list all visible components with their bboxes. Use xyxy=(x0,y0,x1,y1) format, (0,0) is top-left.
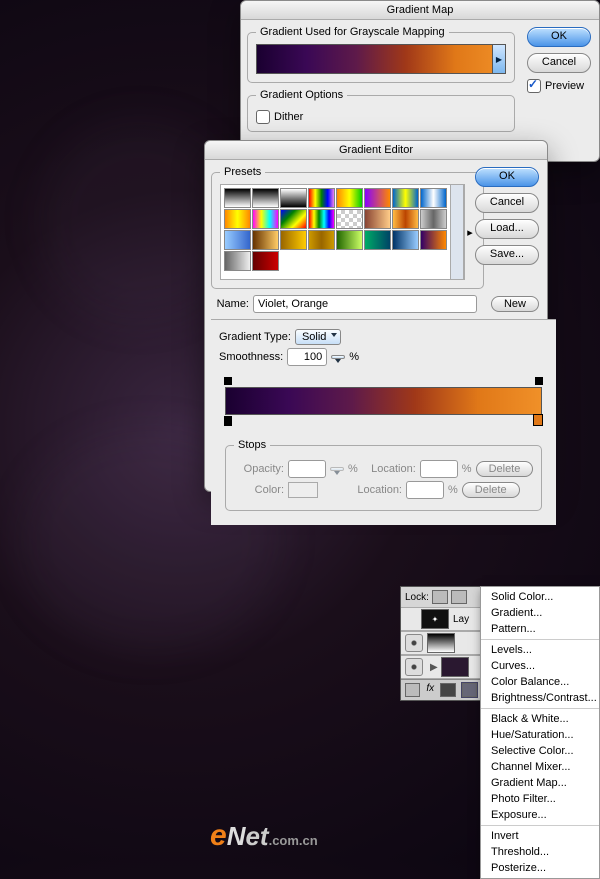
delete-color-stop-button[interactable]: Delete xyxy=(462,482,520,498)
opacity-location-input[interactable] xyxy=(420,460,458,478)
preview-checkbox[interactable] xyxy=(527,79,541,93)
delete-opacity-stop-button[interactable]: Delete xyxy=(476,461,534,477)
gradient-type-select[interactable]: Solid xyxy=(295,329,341,345)
color-stop-left[interactable] xyxy=(224,416,232,426)
gradient-editor-buttons: OK Cancel Load... Save... xyxy=(475,167,539,271)
gradient-map-dialog: Gradient Map Gradient Used for Grayscale… xyxy=(240,0,600,162)
adjustment-layer-icon[interactable] xyxy=(462,683,477,697)
new-button[interactable]: New xyxy=(491,296,539,312)
color-label: Color: xyxy=(234,484,284,496)
gradient-map-title: Gradient Map xyxy=(241,1,599,20)
grayscale-mapping-group: Gradient Used for Grayscale Mapping ▶ xyxy=(247,26,515,83)
menu-item[interactable]: Photo Filter... xyxy=(481,791,599,807)
menu-item[interactable]: Channel Mixer... xyxy=(481,759,599,775)
presets-group: Presets xyxy=(211,166,484,289)
gradient-definition-group: Gradient Type: Solid Smoothness: % Stops… xyxy=(211,319,556,525)
menu-item[interactable]: Brightness/Contrast... xyxy=(481,690,599,706)
gradient-bar[interactable] xyxy=(225,387,542,415)
menu-item[interactable]: Selective Color... xyxy=(481,743,599,759)
fx-icon[interactable]: fx xyxy=(426,683,434,697)
layer-row-3[interactable]: ▶ xyxy=(401,655,481,679)
lock-label: Lock: xyxy=(405,592,429,603)
menu-item[interactable]: Color Balance... xyxy=(481,674,599,690)
menu-item[interactable]: Exposure... xyxy=(481,807,599,823)
gradient-editor-title: Gradient Editor xyxy=(205,141,547,160)
color-stop-right[interactable] xyxy=(533,414,543,426)
preset-grid[interactable] xyxy=(220,184,451,280)
menu-item[interactable]: Posterize... xyxy=(481,860,599,876)
location-label-1: Location: xyxy=(362,463,416,475)
type-label: Gradient Type: xyxy=(219,331,291,343)
presets-legend: Presets xyxy=(220,166,265,178)
ok-button[interactable]: OK xyxy=(527,27,591,47)
layer-thumb-2[interactable] xyxy=(427,633,455,653)
grayscale-mapping-legend: Gradient Used for Grayscale Mapping xyxy=(256,26,449,38)
adjustment-layer-menu: Solid Color... Gradient... Pattern... Le… xyxy=(480,586,600,879)
cancel-button[interactable]: Cancel xyxy=(475,193,539,213)
opacity-stop-right[interactable] xyxy=(535,377,543,385)
lock-pixels-icon[interactable] xyxy=(451,590,467,604)
preset-scrollbar[interactable] xyxy=(451,184,464,280)
layer-name-1: Lay xyxy=(453,614,469,625)
gradient-picker-arrow[interactable]: ▶ xyxy=(492,45,505,73)
opacity-stop-left[interactable] xyxy=(224,377,232,385)
stops-legend: Stops xyxy=(234,439,270,451)
menu-item[interactable]: Solid Color... xyxy=(481,589,599,605)
gradient-strip[interactable]: ▶ xyxy=(256,44,506,74)
lock-transparency-icon[interactable] xyxy=(432,590,448,604)
opacity-dropdown[interactable] xyxy=(330,467,344,471)
color-location-input[interactable] xyxy=(406,481,444,499)
menu-item[interactable]: Levels... xyxy=(481,642,599,658)
percent-label: % xyxy=(349,351,359,363)
dither-checkbox[interactable] xyxy=(256,110,270,124)
menu-item[interactable]: Black & White... xyxy=(481,711,599,727)
smooth-label: Smoothness: xyxy=(219,351,283,363)
menu-item[interactable]: Threshold... xyxy=(481,844,599,860)
menu-item[interactable]: Gradient Map... xyxy=(481,775,599,791)
gradient-options-legend: Gradient Options xyxy=(256,89,347,101)
gradient-map-buttons: OK Cancel Preview xyxy=(527,27,591,96)
menu-item[interactable]: Pattern... xyxy=(481,621,599,637)
name-label: Name: xyxy=(213,298,249,310)
load-button[interactable]: Load... xyxy=(475,219,539,239)
visibility-toggle-3[interactable] xyxy=(405,658,423,676)
dither-label: Dither xyxy=(274,111,303,123)
smoothness-dropdown[interactable] xyxy=(331,355,345,359)
link-layers-icon[interactable] xyxy=(405,683,420,697)
opacity-input[interactable] xyxy=(288,460,326,478)
cancel-button[interactable]: Cancel xyxy=(527,53,591,73)
smoothness-input[interactable] xyxy=(287,348,327,366)
menu-item[interactable]: Gradient... xyxy=(481,605,599,621)
opacity-label: Opacity: xyxy=(234,463,284,475)
layer-row-1[interactable]: ✦ Lay xyxy=(401,607,481,631)
layer-mask-icon[interactable] xyxy=(440,683,455,697)
menu-item[interactable]: Curves... xyxy=(481,658,599,674)
location-label-2: Location: xyxy=(348,484,402,496)
gradient-name-input[interactable] xyxy=(253,295,477,313)
save-button[interactable]: Save... xyxy=(475,245,539,265)
layer-thumb-1[interactable]: ✦ xyxy=(421,609,449,629)
gradient-options-group: Gradient Options Dither xyxy=(247,89,515,132)
gradient-editor-dialog: Gradient Editor Presets xyxy=(204,140,548,492)
layer-row-2[interactable] xyxy=(401,631,481,655)
visibility-toggle-2[interactable] xyxy=(405,634,423,652)
stops-group: Stops Opacity: % Location: % Delete Colo… xyxy=(225,439,542,511)
menu-item[interactable]: Hue/Saturation... xyxy=(481,727,599,743)
color-swatch[interactable] xyxy=(288,482,318,498)
preview-label: Preview xyxy=(545,80,584,92)
watermark: eeNetNet.com.cn xyxy=(210,819,318,853)
layers-panel-fragment: Lock: ✦ Lay ▶ fx xyxy=(400,586,482,701)
ok-button[interactable]: OK xyxy=(475,167,539,187)
layers-bottom-bar: fx xyxy=(401,679,481,700)
menu-item[interactable]: Invert xyxy=(481,828,599,844)
preset-flyout-icon[interactable]: ▸ xyxy=(464,184,475,280)
layer-thumb-3[interactable] xyxy=(441,657,469,677)
